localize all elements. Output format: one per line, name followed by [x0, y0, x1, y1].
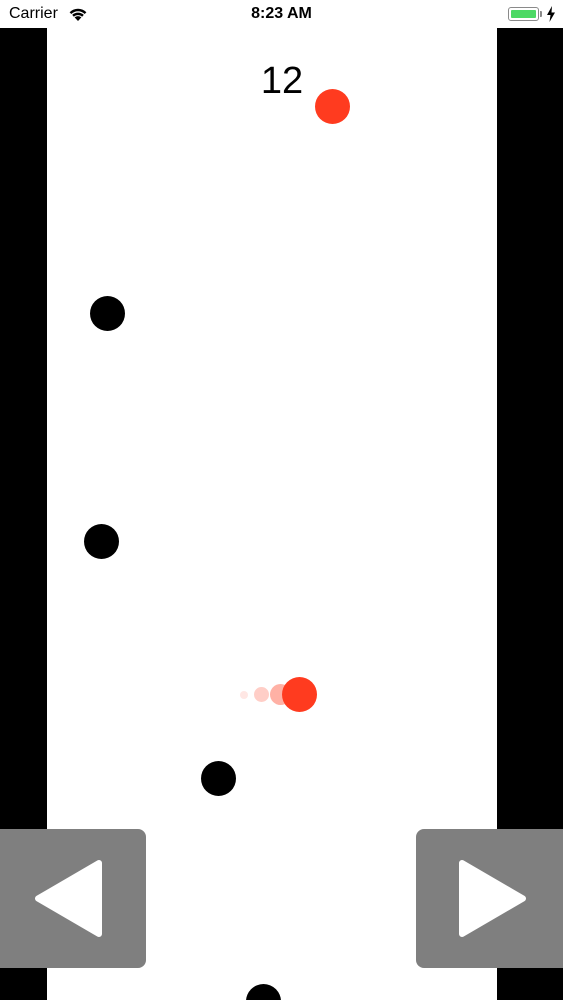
move-right-button[interactable] — [416, 829, 563, 968]
obstacle-ball — [201, 761, 236, 796]
right-arrow-icon — [459, 860, 526, 937]
player-trail-dot — [240, 691, 248, 699]
target-ball — [315, 89, 350, 124]
obstacle-ball — [246, 984, 281, 1000]
charging-bolt-icon — [546, 6, 556, 27]
left-arrow-icon — [35, 860, 102, 937]
obstacle-ball — [84, 524, 119, 559]
clock-time: 8:23 AM — [251, 5, 312, 22]
battery-level-fill — [510, 9, 536, 18]
game-screen: Carrier 8:23 AM 12 — [0, 0, 563, 1000]
move-left-button[interactable] — [0, 829, 146, 968]
player-trail-dot — [254, 687, 269, 702]
status-bar: Carrier 8:23 AM — [0, 0, 563, 28]
battery-icon — [508, 7, 539, 21]
player-ball — [282, 677, 317, 712]
battery-nub — [540, 11, 542, 17]
obstacle-ball — [90, 296, 125, 331]
